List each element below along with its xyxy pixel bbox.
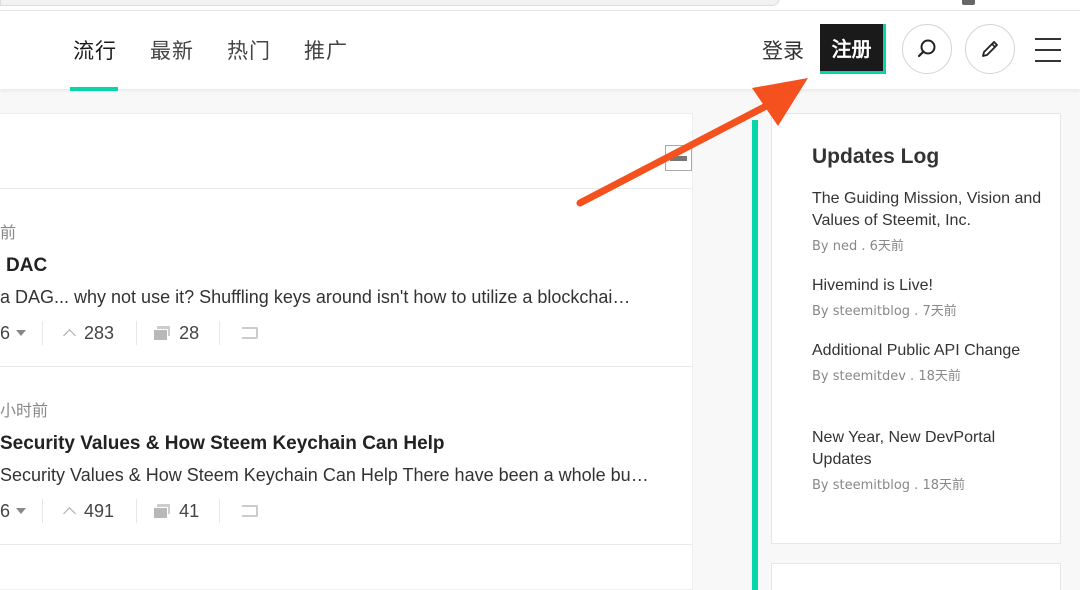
tab-trending[interactable]: 流行 [73,35,117,65]
post-title[interactable]: DAC [6,255,47,277]
comments-link[interactable]: 41 [153,497,199,525]
update-title[interactable]: Additional Public API Change [812,340,1042,362]
signup-button[interactable]: 注册 [820,24,886,74]
accent-divider [752,120,758,590]
hamburger-menu-icon[interactable] [1035,38,1069,62]
payout-dropdown[interactable]: 6 [0,319,27,347]
compose-button[interactable] [965,24,1015,74]
update-item[interactable]: New Year, New DevPortal Updates By steem… [812,427,1042,493]
post-item: 前 DAC a DAG... why not use it? Shuffling… [0,189,693,367]
post-item: 小时前 Security Values & How Steem Keychain… [0,367,693,545]
update-meta: By steemitblog . 18天前 [812,478,965,493]
search-button[interactable] [902,24,952,74]
upvote-button[interactable]: 283 [59,319,114,347]
update-title[interactable]: New Year, New DevPortal Updates [812,427,1042,471]
post-footer: 6 491 41 [0,497,259,525]
login-link[interactable]: 登录 [762,35,804,65]
upvote-icon [63,506,76,520]
tab-new[interactable]: 最新 [150,35,194,65]
upvote-button[interactable]: 491 [59,497,114,525]
post-feed: 前 DAC a DAG... why not use it? Shuffling… [0,113,693,590]
comments-link[interactable]: 28 [153,319,199,347]
update-item[interactable]: Additional Public API Change By steemitd… [812,340,1042,384]
active-tab-indicator [70,87,118,91]
caret-down-icon [16,508,27,514]
comment-count: 41 [179,500,200,521]
comment-count: 28 [179,322,200,343]
browser-address-strip [0,0,1080,11]
secondary-panel [771,563,1061,590]
post-excerpt[interactable]: a DAG... why not use it? Shuffling keys … [0,287,690,308]
panel-title: Updates Log [812,145,940,168]
feed-header [0,114,692,189]
resteem-icon[interactable] [242,327,259,339]
update-item[interactable]: The Guiding Mission, Vision and Values o… [812,188,1042,254]
resteem-icon[interactable] [242,505,259,517]
address-bar-edge[interactable] [0,0,780,6]
post-footer: 6 283 28 [0,319,259,347]
post-time: 小时前 [0,401,49,420]
update-meta: By steemitblog . 7天前 [812,304,957,319]
update-item[interactable]: Hivemind is Live! By steemitblog . 7天前 [812,275,1042,319]
caret-down-icon [16,330,27,336]
payout-dropdown[interactable]: 6 [0,497,27,525]
post-excerpt[interactable]: Security Values & How Steem Keychain Can… [0,465,690,486]
comment-icon [153,504,171,519]
pencil-icon [982,41,998,57]
tab-promoted[interactable]: 推广 [304,35,348,65]
site-header: 流行 最新 热门 推广 登录 注册 [0,11,1080,91]
extension-icon[interactable] [962,0,975,5]
payout-value: 6 [0,322,11,343]
post-title[interactable]: Security Values & How Steem Keychain Can… [0,433,445,455]
post-time: 前 [0,223,17,242]
upvote-icon [63,328,76,342]
update-title[interactable]: Hivemind is Live! [812,275,1042,297]
search-icon [917,39,936,58]
comment-icon [153,326,171,341]
payout-value: 6 [0,500,11,521]
update-meta: By ned . 6天前 [812,239,904,254]
collapse-toggle-icon[interactable] [665,145,692,171]
updates-log-panel: Updates Log The Guiding Mission, Vision … [771,113,1061,544]
update-title[interactable]: The Guiding Mission, Vision and Values o… [812,188,1042,232]
update-meta: By steemitdev . 18天前 [812,369,961,384]
vote-count: 283 [84,322,115,343]
tab-hot[interactable]: 热门 [227,35,271,65]
vote-count: 491 [84,500,115,521]
